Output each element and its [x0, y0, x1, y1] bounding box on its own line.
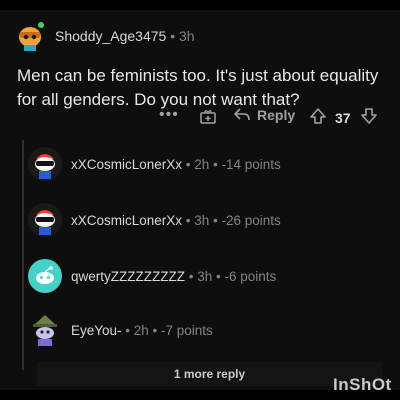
- inshot-watermark: InShOt: [333, 375, 392, 394]
- vote-score: 37: [335, 110, 351, 126]
- reply-item[interactable]: EyeYou- • 2h • -7 points: [28, 308, 213, 352]
- reply-meta: • 2h • -14 points: [182, 156, 281, 172]
- reply-avatar[interactable]: [28, 313, 62, 347]
- snoo-sunglasses-avatar-icon: [28, 147, 62, 181]
- reply-avatar[interactable]: [28, 203, 62, 237]
- reply-username[interactable]: xXCosmicLonerXx: [71, 157, 182, 172]
- reply-username[interactable]: xXCosmicLonerXx: [71, 213, 182, 228]
- reply-avatar[interactable]: [28, 147, 62, 181]
- more-options-button[interactable]: •••: [159, 106, 179, 124]
- snoo-sunglasses-avatar-icon: [28, 203, 62, 237]
- default-snoo-avatar-icon: [28, 259, 62, 293]
- reply-username[interactable]: qwertyZZZZZZZZZ: [71, 269, 185, 284]
- reply-item[interactable]: qwertyZZZZZZZZZ • 3h • -6 points: [28, 254, 276, 298]
- snoo-avatar-icon: [19, 22, 44, 51]
- award-button[interactable]: [199, 107, 217, 125]
- wizard-avatar-icon: [28, 313, 62, 347]
- upvote-button[interactable]: [309, 107, 327, 125]
- upvote-arrow-icon: [310, 108, 326, 124]
- thread-line[interactable]: [22, 140, 24, 370]
- reply-item[interactable]: xXCosmicLonerXx • 2h • -14 points: [28, 142, 281, 186]
- downvote-arrow-icon: [361, 108, 377, 124]
- comment-author[interactable]: Shoddy_Age3475 • 3h: [55, 28, 195, 44]
- reply-button[interactable]: Reply: [233, 107, 295, 123]
- reply-item[interactable]: xXCosmicLonerXx • 3h • -26 points: [28, 198, 281, 242]
- downvote-button[interactable]: [360, 107, 378, 125]
- user-avatar[interactable]: [15, 21, 45, 51]
- reply-username[interactable]: EyeYou-: [71, 323, 122, 338]
- gift-icon: [200, 110, 216, 124]
- comment-actions: ••• Reply 37: [0, 104, 400, 130]
- reply-meta: • 2h • -7 points: [121, 322, 213, 338]
- reply-meta: • 3h • -6 points: [184, 268, 277, 284]
- reply-avatar[interactable]: [28, 259, 62, 293]
- more-replies-button[interactable]: 1 more reply: [37, 362, 382, 386]
- username[interactable]: Shoddy_Age3475: [55, 28, 166, 44]
- reply-label: Reply: [257, 107, 296, 123]
- reply-meta: • 3h • -26 points: [182, 212, 281, 228]
- reply-arrow-icon: [233, 108, 250, 121]
- comment-age: • 3h: [166, 28, 195, 44]
